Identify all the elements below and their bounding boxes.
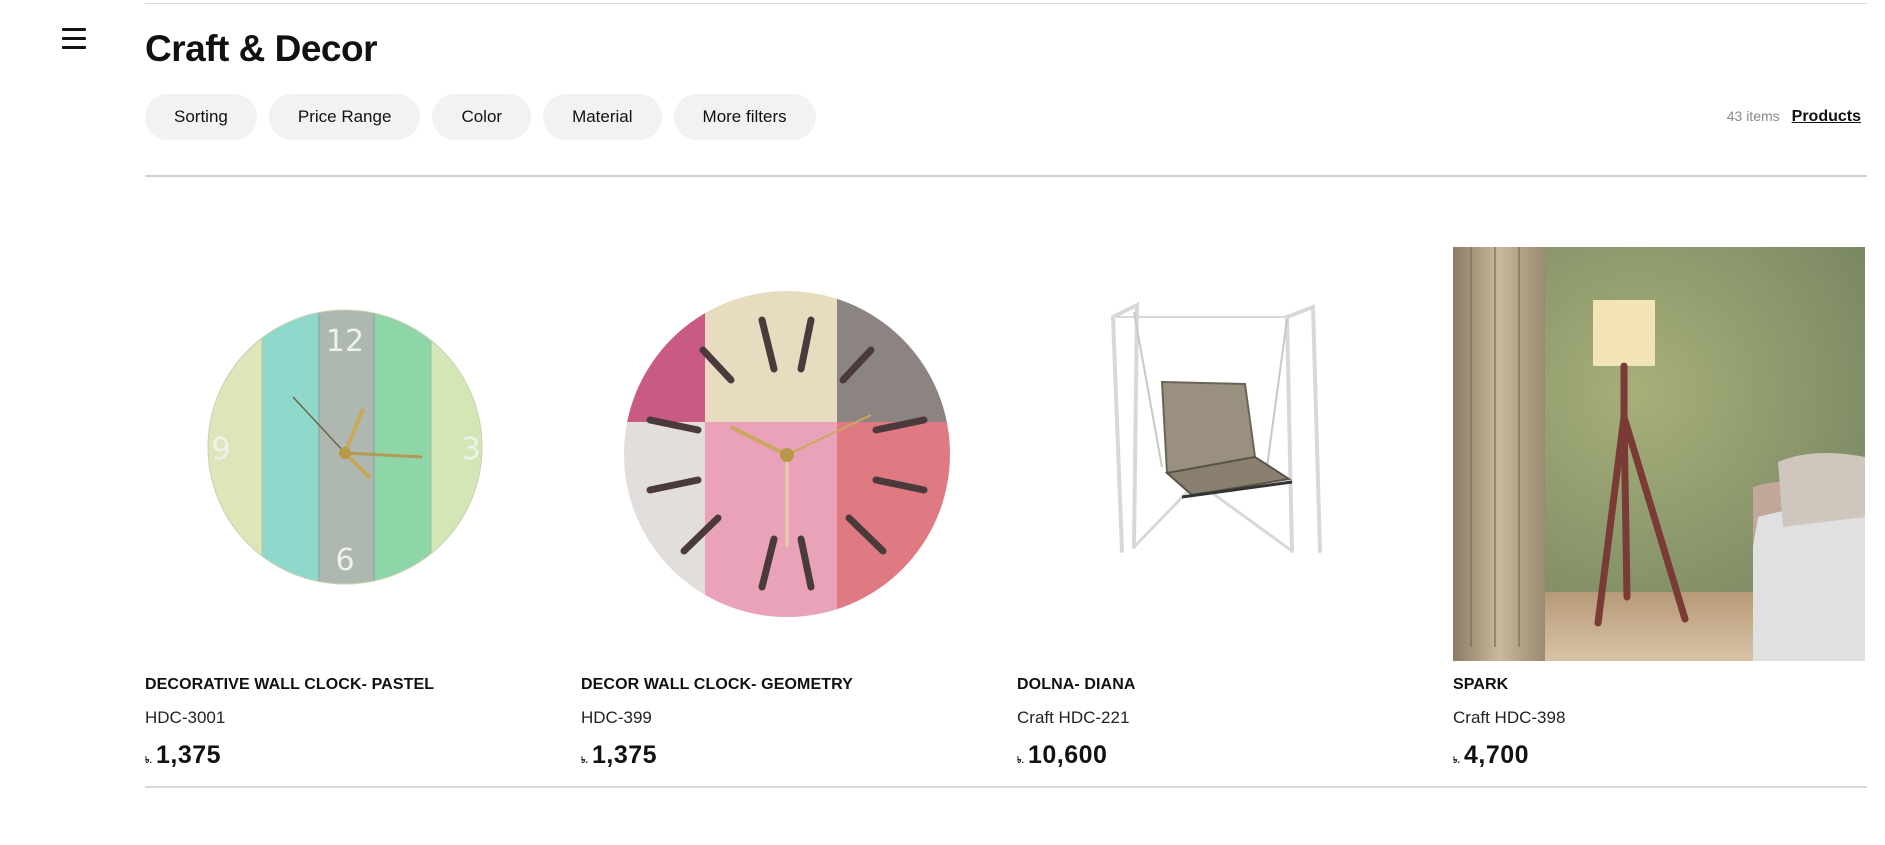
more-filters-button[interactable]: More filters (673, 94, 816, 140)
product-card[interactable]: 12 3 6 9 DECORATIVE WALL CLOCK- PASTEL H… (145, 247, 581, 770)
price-value: 1,375 (155, 741, 222, 769)
svg-text:9: 9 (211, 432, 230, 467)
grid-bottom-divider (145, 786, 1867, 788)
product-image-swing-chair[interactable] (1017, 247, 1429, 661)
product-image-geometry-wall-clock[interactable] (581, 247, 993, 661)
page-title: Craft & Decor (145, 28, 378, 69)
currency-symbol: ৳. (1017, 755, 1024, 765)
product-code: Craft HDC-398 (1453, 708, 1566, 727)
item-count: 43 items (1726, 108, 1780, 124)
product-image-floor-lamp-room[interactable] (1453, 247, 1865, 661)
product-card[interactable]: DOLNA- DIANA Craft HDC-221 ৳. 10,600 (1017, 247, 1453, 770)
product-price: ৳. 1,375 (581, 741, 1017, 770)
product-name[interactable]: SPARK (1453, 676, 1885, 694)
price-value: 10,600 (1027, 741, 1108, 769)
material-filter-button[interactable]: Material (543, 94, 662, 140)
sorting-filter-button[interactable]: Sorting (145, 94, 257, 140)
filter-divider (145, 175, 1867, 177)
product-name[interactable]: DECOR WALL CLOCK- GEOMETRY (581, 676, 1017, 694)
product-image-pastel-wall-clock[interactable]: 12 3 6 9 (145, 247, 557, 661)
currency-symbol: ৳. (581, 755, 588, 765)
price-range-filter-button[interactable]: Price Range (268, 94, 421, 140)
product-card[interactable]: DECOR WALL CLOCK- GEOMETRY HDC-399 ৳. 1,… (581, 247, 1017, 770)
top-divider (145, 3, 1867, 4)
product-code: HDC-399 (581, 708, 652, 727)
svg-text:12: 12 (326, 324, 364, 359)
results-meta: 43 items Products (1727, 108, 1861, 126)
hamburger-menu-icon[interactable] (62, 28, 86, 50)
product-code: Craft HDC-221 (1017, 708, 1130, 727)
product-card[interactable]: SPARK Craft HDC-398 ৳. 4,700 (1453, 247, 1885, 770)
product-price: ৳. 1,375 (145, 741, 581, 770)
product-name[interactable]: DECORATIVE WALL CLOCK- PASTEL (145, 676, 581, 694)
product-code: HDC-3001 (145, 708, 226, 727)
price-value: 1,375 (591, 741, 658, 769)
svg-text:6: 6 (335, 543, 354, 578)
price-value: 4,700 (1463, 741, 1530, 769)
products-link[interactable]: Products (1792, 108, 1861, 126)
color-filter-button[interactable]: Color (432, 94, 532, 140)
product-price: ৳. 10,600 (1017, 741, 1453, 770)
filter-bar: Sorting Price Range Color Material More … (145, 94, 816, 140)
svg-text:3: 3 (461, 432, 480, 467)
product-grid: 12 3 6 9 DECORATIVE WALL CLOCK- PASTEL H… (145, 247, 1885, 770)
currency-symbol: ৳. (145, 755, 152, 765)
currency-symbol: ৳. (1453, 755, 1460, 765)
product-name[interactable]: DOLNA- DIANA (1017, 676, 1453, 694)
product-price: ৳. 4,700 (1453, 741, 1885, 770)
